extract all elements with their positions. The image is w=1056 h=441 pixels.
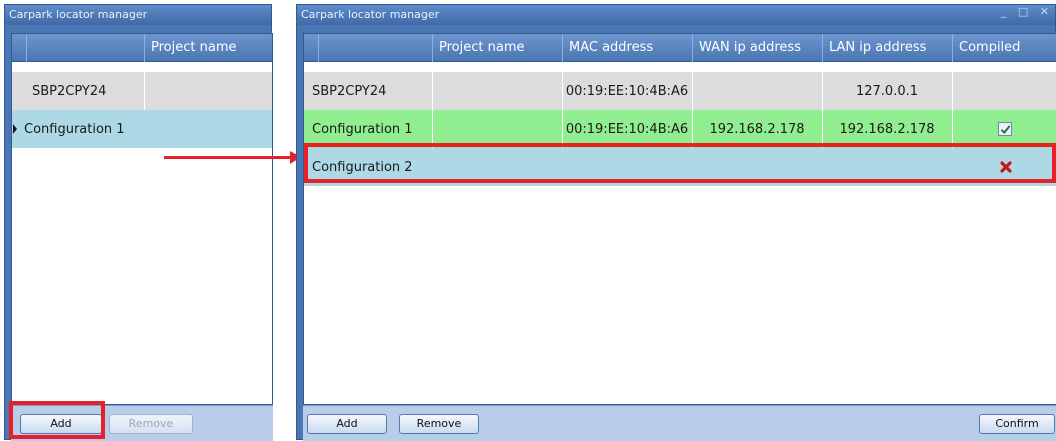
left-row-2-name: Configuration 1 [24, 121, 125, 137]
right-header-wan-ip[interactable]: WAN ip address [692, 34, 822, 62]
right-header-compiled[interactable]: Compiled [952, 34, 1056, 62]
right-footer: Add Remove Confirm [303, 405, 1056, 441]
right-header-project-name[interactable]: Project name [432, 34, 562, 62]
right-row-1-mac: 00:19:EE:10:4B:A6 [565, 83, 689, 99]
left-grid: Project name SBP2CPY24 Configuration 1 [11, 33, 273, 405]
right-row-1-name: SBP2CPY24 [312, 83, 387, 99]
left-header-blank [12, 34, 26, 62]
left-row-1-name: SBP2CPY24 [32, 83, 107, 99]
left-grid-header: Project name [12, 34, 272, 62]
confirm-button[interactable]: Confirm [979, 414, 1055, 434]
right-add-button[interactable]: Add [307, 414, 387, 434]
left-row-2[interactable]: Configuration 1 [12, 110, 272, 148]
right-grid: Project name MAC address WAN ip address … [303, 33, 1056, 405]
add-button-highlight [9, 401, 105, 439]
right-window: Carpark locator manager _ □ ✕ Project na… [296, 4, 1056, 441]
right-row-1-project [432, 72, 562, 110]
right-header-mac-address[interactable]: MAC address [562, 34, 692, 62]
arrow-line [164, 156, 292, 159]
right-row-1-lan: 127.0.0.1 [855, 83, 919, 99]
right-header-lan-ip[interactable]: LAN ip address [822, 34, 952, 62]
right-grid-header: Project name MAC address WAN ip address … [304, 34, 1056, 62]
right-remove-button[interactable]: Remove [399, 414, 479, 434]
close-icon[interactable]: ✕ [1040, 5, 1053, 18]
window-controls: _ □ ✕ [1001, 5, 1053, 25]
right-row-1-wan [692, 72, 822, 110]
left-window-title: Carpark locator manager [5, 5, 271, 25]
left-header-project-name[interactable]: Project name [144, 34, 272, 62]
maximize-icon[interactable]: □ [1018, 5, 1032, 18]
left-remove-button: Remove [109, 414, 193, 434]
left-row-1[interactable]: SBP2CPY24 [12, 72, 272, 110]
left-window: Carpark locator manager Project name SBP… [4, 4, 273, 441]
left-header-name[interactable] [26, 34, 144, 62]
right-window-title: Carpark locator manager [297, 5, 1055, 25]
minimize-icon[interactable]: _ [1001, 5, 1011, 18]
right-row-1[interactable]: SBP2CPY24 00:19:EE:10:4B:A6 127.0.0.1 [304, 72, 1056, 110]
right-header-name[interactable] [318, 34, 432, 62]
right-header-blank [304, 34, 318, 62]
compiled-checkbox-icon[interactable] [998, 122, 1012, 136]
new-row-highlight [304, 143, 1056, 183]
